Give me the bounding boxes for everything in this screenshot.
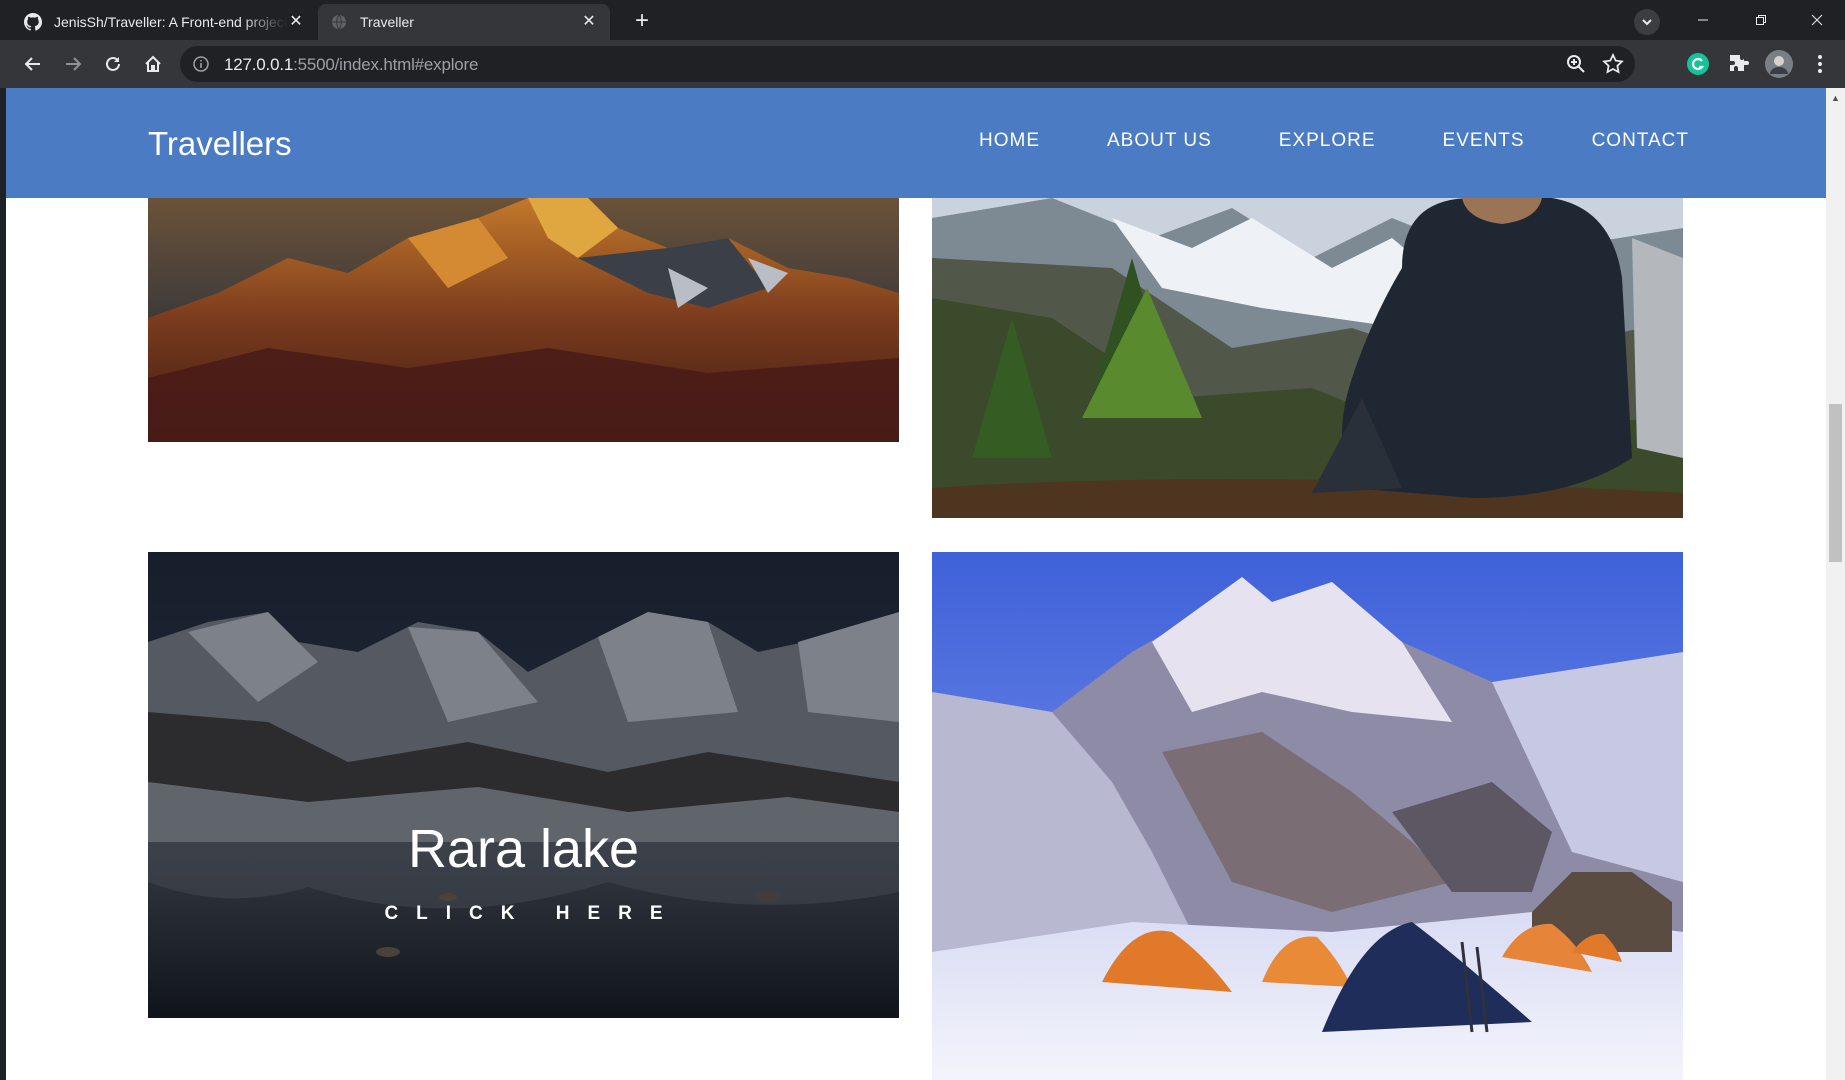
- restore-button[interactable]: [1732, 0, 1790, 40]
- info-icon: [193, 56, 209, 72]
- browser-toolbar: 127.0.0.1:5500/index.html#explore: [0, 40, 1845, 88]
- arrow-left-icon: [24, 57, 40, 71]
- reload-icon: [106, 56, 120, 71]
- site-brand[interactable]: Travellers: [148, 125, 292, 163]
- home-icon: [145, 55, 161, 72]
- close-window-button[interactable]: [1788, 0, 1845, 40]
- hiker-valley-image: [932, 198, 1683, 518]
- nav-explore[interactable]: EXPLORE: [1279, 130, 1376, 152]
- close-tab-icon[interactable]: ✕: [287, 13, 305, 31]
- more-options-icon[interactable]: [1808, 52, 1832, 76]
- nav-events[interactable]: EVENTS: [1443, 130, 1525, 152]
- tab-title: JenisSh/Traveller: A Front-end project: [54, 14, 287, 30]
- url-text[interactable]: 127.0.0.1:5500/index.html#explore: [224, 55, 478, 75]
- grammarly-icon[interactable]: [1686, 52, 1710, 76]
- globe-icon: [330, 13, 348, 31]
- gallery-card-mountain-camp[interactable]: [932, 552, 1683, 1080]
- browser-tab-bar: JenisSh/Traveller: A Front-end project ✕…: [0, 0, 1845, 40]
- rara-lake-image: [148, 552, 899, 1018]
- gallery-card-hiker[interactable]: [932, 198, 1683, 518]
- new-tab-button[interactable]: +: [628, 8, 656, 36]
- nav-contact[interactable]: CONTACT: [1592, 130, 1689, 152]
- zoom-icon: [1567, 55, 1585, 73]
- nav-links: HOME ABOUT US EXPLORE EVENTS CONTACT: [979, 130, 1689, 152]
- gallery-card-rara-lake[interactable]: Rara lake CLICK HERE: [148, 552, 899, 1018]
- site-navbar: Travellers HOME ABOUT US EXPLORE EVENTS …: [6, 88, 1826, 198]
- tab-github[interactable]: JenisSh/Traveller: A Front-end project ✕: [12, 4, 317, 40]
- address-bar[interactable]: 127.0.0.1:5500/index.html#explore: [180, 46, 1635, 82]
- reload-button[interactable]: [97, 48, 129, 80]
- arrow-right-icon: [66, 57, 82, 71]
- page-scrollbar[interactable]: [1826, 88, 1845, 1080]
- extensions-puzzle-icon[interactable]: [1727, 52, 1751, 76]
- tab-search-button[interactable]: [1634, 9, 1660, 35]
- minimize-button[interactable]: [1674, 0, 1732, 40]
- click-here-link[interactable]: CLICK HERE: [148, 903, 899, 925]
- scroll-up-arrow-icon[interactable]: ▲: [1829, 92, 1842, 104]
- mountain-camp-image: [932, 552, 1683, 1080]
- tab-title: Traveller: [360, 14, 414, 30]
- tab-traveller[interactable]: Traveller ✕: [318, 4, 610, 40]
- scrollbar-thumb[interactable]: [1829, 404, 1842, 562]
- profile-avatar[interactable]: [1765, 50, 1793, 78]
- sunset-mountain-image: [148, 198, 899, 442]
- back-button[interactable]: [17, 48, 49, 80]
- close-tab-icon[interactable]: ✕: [580, 13, 598, 31]
- bookmark-star-icon: [1602, 52, 1624, 74]
- chevron-down-icon: [1642, 19, 1652, 26]
- home-button[interactable]: [137, 48, 169, 80]
- card-caption: Rara lake: [407, 819, 640, 879]
- gallery-card-sunset-peak[interactable]: [148, 198, 899, 442]
- nav-about-us[interactable]: ABOUT US: [1107, 130, 1212, 152]
- github-icon: [24, 13, 42, 31]
- forward-button[interactable]: [57, 48, 89, 80]
- page-viewport: Travellers HOME ABOUT US EXPLORE EVENTS …: [6, 88, 1826, 1080]
- nav-home[interactable]: HOME: [979, 130, 1040, 152]
